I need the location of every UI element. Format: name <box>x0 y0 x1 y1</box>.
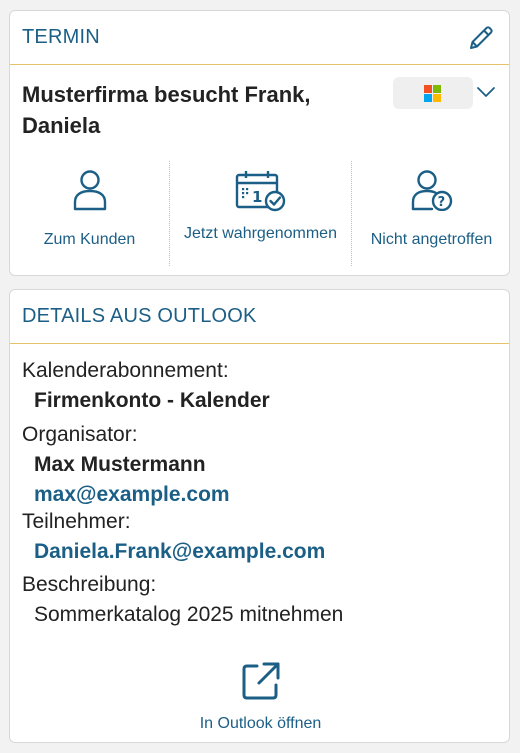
details-title: DETAILS AUS OUTLOOK <box>22 305 257 327</box>
edit-button[interactable] <box>465 22 497 54</box>
details-header: DETAILS AUS OUTLOOK <box>10 290 509 344</box>
termin-title: TERMIN <box>22 26 100 48</box>
microsoft-logo-icon <box>424 85 441 102</box>
organizer-label: Organisator: <box>22 423 138 446</box>
zum-kunden-label: Zum Kunden <box>43 231 136 248</box>
appointment-subject: Musterfirma besucht Frank, Daniela <box>22 82 311 138</box>
organizer-email-link[interactable]: max@example.com <box>22 480 497 510</box>
description-value: Sommerkatalog 2025 mitnehmen <box>34 603 344 626</box>
person-question-icon: ? <box>411 170 452 212</box>
jetzt-wahrgenommen-button[interactable]: 1 Jetzt wahrgenommen <box>170 161 351 266</box>
open-in-outlook-button[interactable]: In Outlook öffnen <box>10 660 511 733</box>
jetzt-wahrgenommen-label: Jetzt wahrgenommen <box>184 225 337 242</box>
description-label: Beschreibung: <box>22 573 157 596</box>
calendar-value: Firmenkonto - Kalender <box>34 389 270 412</box>
external-link-icon <box>242 662 279 700</box>
nicht-angetroffen-label: Nicht angetroffen <box>370 231 493 248</box>
expand-button[interactable] <box>475 81 497 103</box>
nicht-angetroffen-button[interactable]: ? Nicht angetroffen <box>352 161 511 266</box>
termin-card: TERMIN Musterfirma besucht Frank, Daniel… <box>9 10 510 276</box>
person-icon <box>73 170 106 211</box>
details-card: DETAILS AUS OUTLOOK Kalenderabonnement: … <box>9 289 510 743</box>
organizer-name: Max Mustermann <box>34 453 206 476</box>
calendar-check-icon: 1 <box>235 171 285 212</box>
participant-email-link[interactable]: Daniela.Frank@example.com <box>22 537 497 567</box>
microsoft-badge[interactable] <box>393 77 473 109</box>
open-in-outlook-label: In Outlook öffnen <box>199 715 322 732</box>
description-section: Beschreibung: Sommerkatalog 2025 mitnehm… <box>22 570 497 630</box>
organizer-section: Organisator: Max Mustermann max@example.… <box>22 420 497 510</box>
calendar-section: Kalenderabonnement: Firmenkonto - Kalend… <box>22 356 497 416</box>
calendar-label: Kalenderabonnement: <box>22 359 229 382</box>
termin-header: TERMIN <box>10 11 509 65</box>
participants-section: Teilnehmer: Daniela.Frank@example.com <box>22 507 497 567</box>
pencil-icon <box>470 26 493 49</box>
zum-kunden-button[interactable]: Zum Kunden <box>10 161 169 266</box>
chevron-down-icon <box>477 87 495 97</box>
participants-label: Teilnehmer: <box>22 510 131 533</box>
svg-text:1: 1 <box>252 188 262 206</box>
action-row: Zum Kunden 1 Jetzt wahrgenommen ? Nicht … <box>10 161 511 266</box>
svg-text:?: ? <box>437 195 445 210</box>
